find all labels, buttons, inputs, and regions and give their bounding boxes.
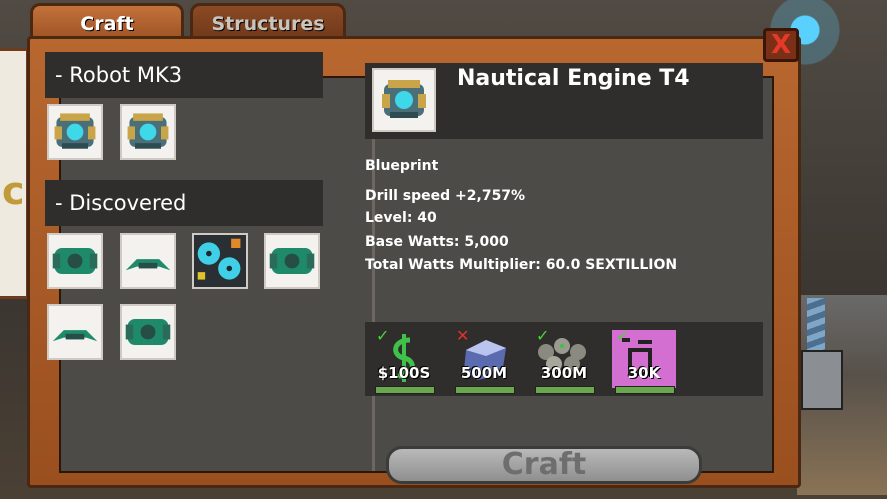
stat-base-watts: Base Watts: 5,000	[365, 234, 509, 250]
engine-core-icon	[127, 113, 169, 149]
twin-fan-icon	[194, 235, 246, 287]
requirement-amount: 500M	[460, 364, 508, 382]
discovered-item-slot[interactable]	[47, 233, 103, 289]
progress-bar	[455, 386, 515, 394]
background-panel: c	[0, 48, 29, 299]
engine-core-icon	[54, 113, 96, 149]
check-icon: ✓	[536, 326, 550, 345]
stat-drill-speed: Drill speed +2,757%	[365, 188, 526, 204]
green-engine-icon	[125, 319, 171, 345]
requirement-amount: $100S	[377, 364, 431, 382]
stat-watts-multiplier: Total Watts Multiplier: 60.0 SEXTILLION	[365, 257, 678, 273]
green-engine-icon	[269, 248, 315, 274]
cross-icon: ✕	[456, 326, 470, 345]
discovered-item-slot[interactable]	[192, 233, 248, 289]
section-discovered[interactable]: - Discovered	[45, 180, 323, 226]
requirement-amount: 30K	[627, 364, 661, 382]
robot-engine-slot[interactable]	[47, 104, 103, 160]
progress-bar	[615, 386, 675, 394]
green-engine-icon	[52, 248, 98, 274]
item-type: Blueprint	[365, 158, 439, 174]
nautical-engine-icon	[372, 68, 436, 132]
requirement-cash: ✓ $100S	[372, 326, 436, 394]
green-bridge-icon	[52, 330, 98, 342]
progress-bar	[375, 386, 435, 394]
stat-level: Level: 40	[365, 210, 437, 226]
robot-engine-slot[interactable]	[120, 104, 176, 160]
drill-icon	[807, 298, 825, 358]
requirement-ice: ✕ 500M	[452, 326, 516, 394]
item-title: Nautical Engine T4	[457, 66, 690, 91]
craft-button[interactable]: Craft	[386, 446, 702, 484]
discovered-item-slot[interactable]	[47, 304, 103, 360]
requirement-amount: 300M	[540, 364, 588, 382]
requirement-ore: ✓ 300M	[532, 326, 596, 394]
requirement-circuit: ✓ 30K	[612, 326, 676, 394]
progress-bar	[535, 386, 595, 394]
discovered-item-slot[interactable]	[264, 233, 320, 289]
discovered-item-slot[interactable]	[120, 304, 176, 360]
green-bridge-icon	[125, 259, 171, 271]
discovered-item-slot[interactable]	[120, 233, 176, 289]
check-icon: ✓	[616, 326, 630, 345]
check-icon: ✓	[376, 326, 390, 345]
section-robot-mk3[interactable]: - Robot MK3	[45, 52, 323, 98]
panel-divider	[372, 91, 375, 471]
close-button[interactable]: X	[763, 28, 799, 62]
machine-icon	[801, 350, 843, 410]
